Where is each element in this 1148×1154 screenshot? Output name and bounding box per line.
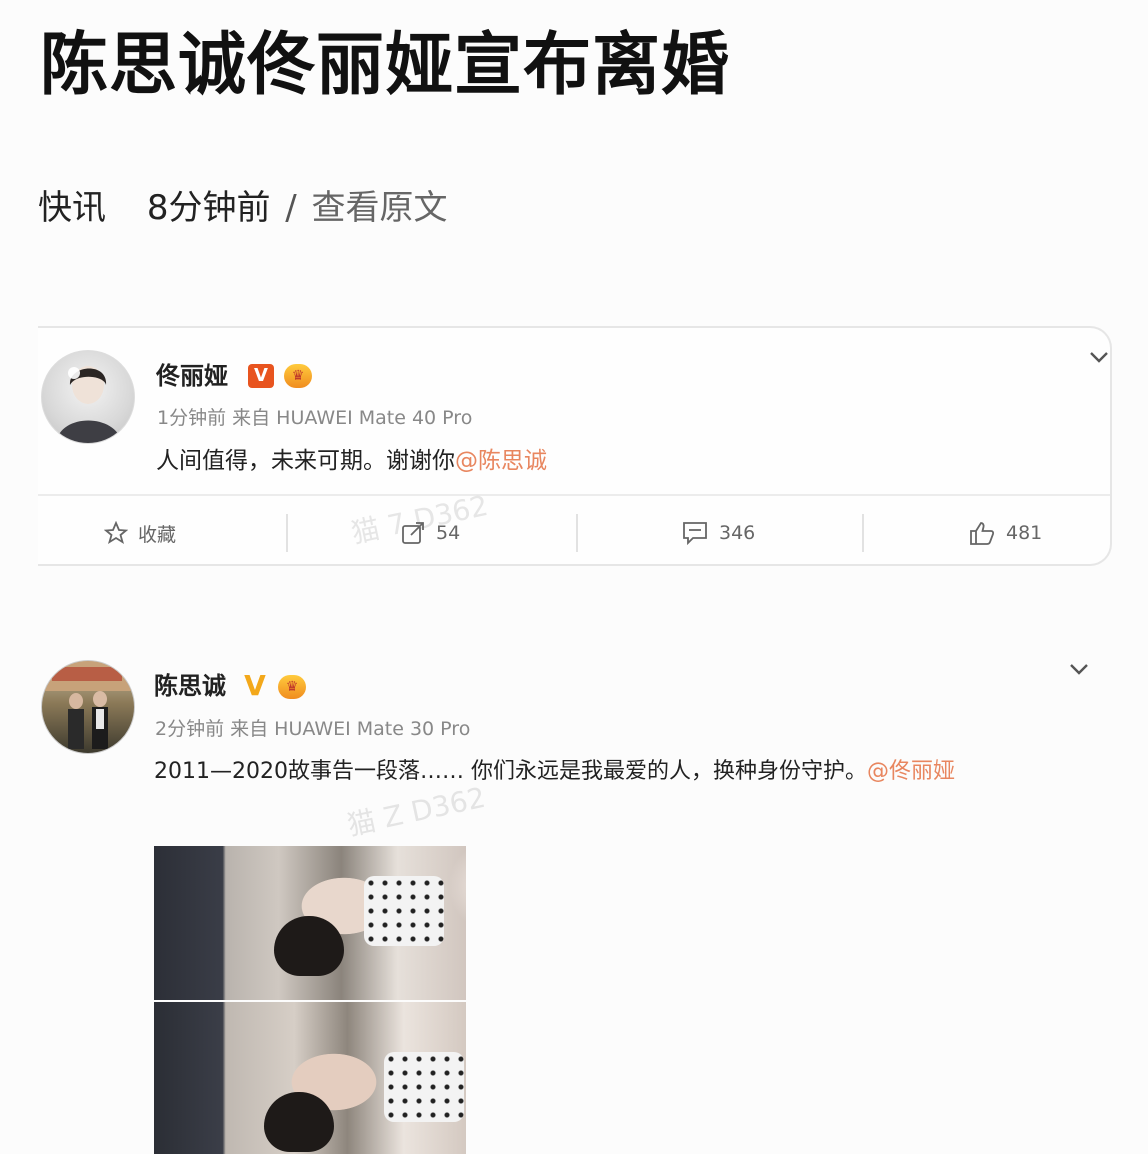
comment-count: 346 <box>719 522 756 544</box>
mention-link[interactable]: @佟丽娅 <box>867 759 955 784</box>
share-icon <box>402 522 424 544</box>
meta-separator: / <box>285 188 297 228</box>
post-meta: 2分钟前 来自 HUAWEI Mate 30 Pro <box>155 718 471 740</box>
action-divider <box>576 514 578 552</box>
chevron-down-icon[interactable] <box>1088 346 1110 368</box>
repost-count: 54 <box>436 522 461 544</box>
photo-subject <box>264 1092 334 1152</box>
verified-badge-icon: V <box>244 669 266 702</box>
thumbs-up-icon <box>970 522 995 545</box>
post-image[interactable] <box>154 846 466 1000</box>
post-body: 2011—2020故事告一段落…… 你们永远是我最爱的人，换种身份守护。 <box>154 759 867 784</box>
card-divider <box>38 494 1110 496</box>
post-text: 2011—2020故事告一段落…… 你们永远是我最爱的人，换种身份守护。@佟丽娅 <box>154 756 955 788</box>
article-meta: 快讯 8分钟前 / 查看原文 <box>38 184 448 232</box>
post-author-name[interactable]: 佟丽娅 <box>156 360 228 392</box>
article-headline: 陈思诚佟丽娅宣布离婚 <box>40 26 731 105</box>
photo-subject <box>384 1052 464 1122</box>
view-source-link[interactable]: 查看原文 <box>312 188 448 228</box>
star-icon <box>104 521 128 544</box>
verified-badge-icon: V <box>248 364 274 388</box>
article-category: 快讯 <box>38 188 106 228</box>
like-count: 481 <box>1006 522 1043 544</box>
repost-button[interactable]: 54 <box>400 516 460 550</box>
post-meta: 1分钟前 来自 HUAWEI Mate 40 Pro <box>157 407 473 429</box>
action-divider <box>862 514 864 552</box>
news-page: 陈思诚佟丽娅宣布离婚 快讯 8分钟前 / 查看原文 佟丽娅 V ♛ 1分钟前 来… <box>0 0 1148 1154</box>
post-image[interactable] <box>154 1002 466 1154</box>
favorite-button[interactable]: 收藏 <box>104 516 176 550</box>
favorite-label: 收藏 <box>138 523 177 546</box>
post-body: 人间值得，未来可期。谢谢你 <box>156 448 455 474</box>
vip-crown-icon: ♛ <box>278 675 306 699</box>
vip-crown-icon: ♛ <box>284 364 312 388</box>
avatar[interactable] <box>41 660 135 754</box>
like-button[interactable]: 481 <box>968 516 1042 550</box>
avatar[interactable] <box>41 350 135 444</box>
photo-subject <box>364 876 444 946</box>
comment-icon <box>683 522 707 546</box>
post-author-name[interactable]: 陈思诚 <box>154 670 226 702</box>
comment-button[interactable]: 346 <box>681 516 755 550</box>
mention-link[interactable]: @陈思诚 <box>455 448 547 474</box>
chevron-down-icon[interactable] <box>1068 658 1090 680</box>
post-text: 人间值得，未来可期。谢谢你@陈思诚 <box>156 445 547 477</box>
photo-subject <box>274 916 344 976</box>
article-time: 8分钟前 <box>146 188 271 228</box>
action-divider <box>286 514 288 552</box>
